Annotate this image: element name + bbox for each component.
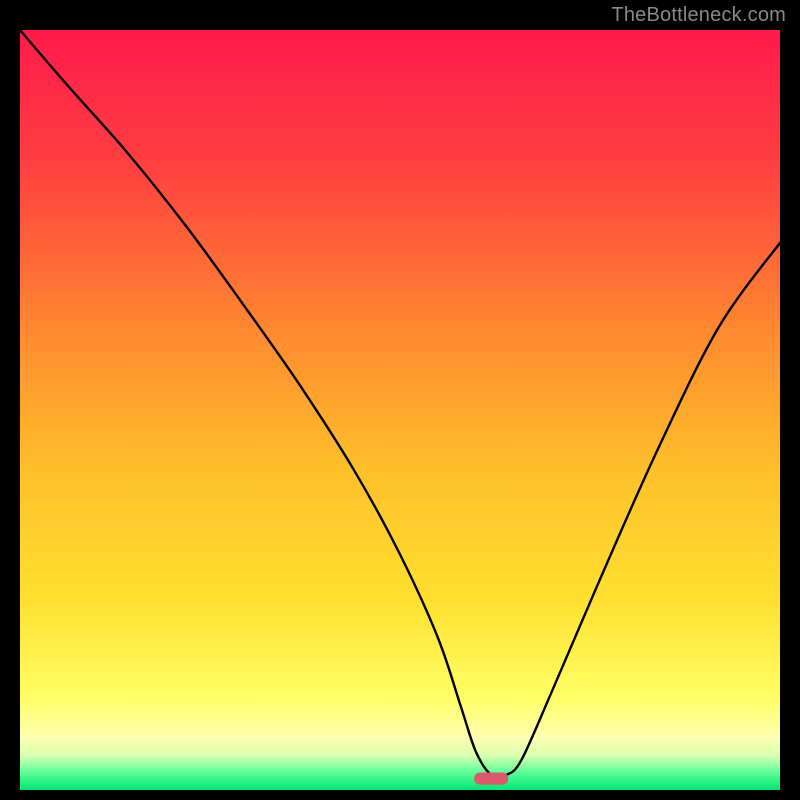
bottleneck-chart xyxy=(20,30,780,790)
chart-svg xyxy=(20,30,780,790)
optimal-marker xyxy=(474,773,508,785)
watermark-label: TheBottleneck.com xyxy=(611,4,786,27)
chart-background xyxy=(20,30,780,790)
chart-frame: TheBottleneck.com xyxy=(0,0,800,800)
